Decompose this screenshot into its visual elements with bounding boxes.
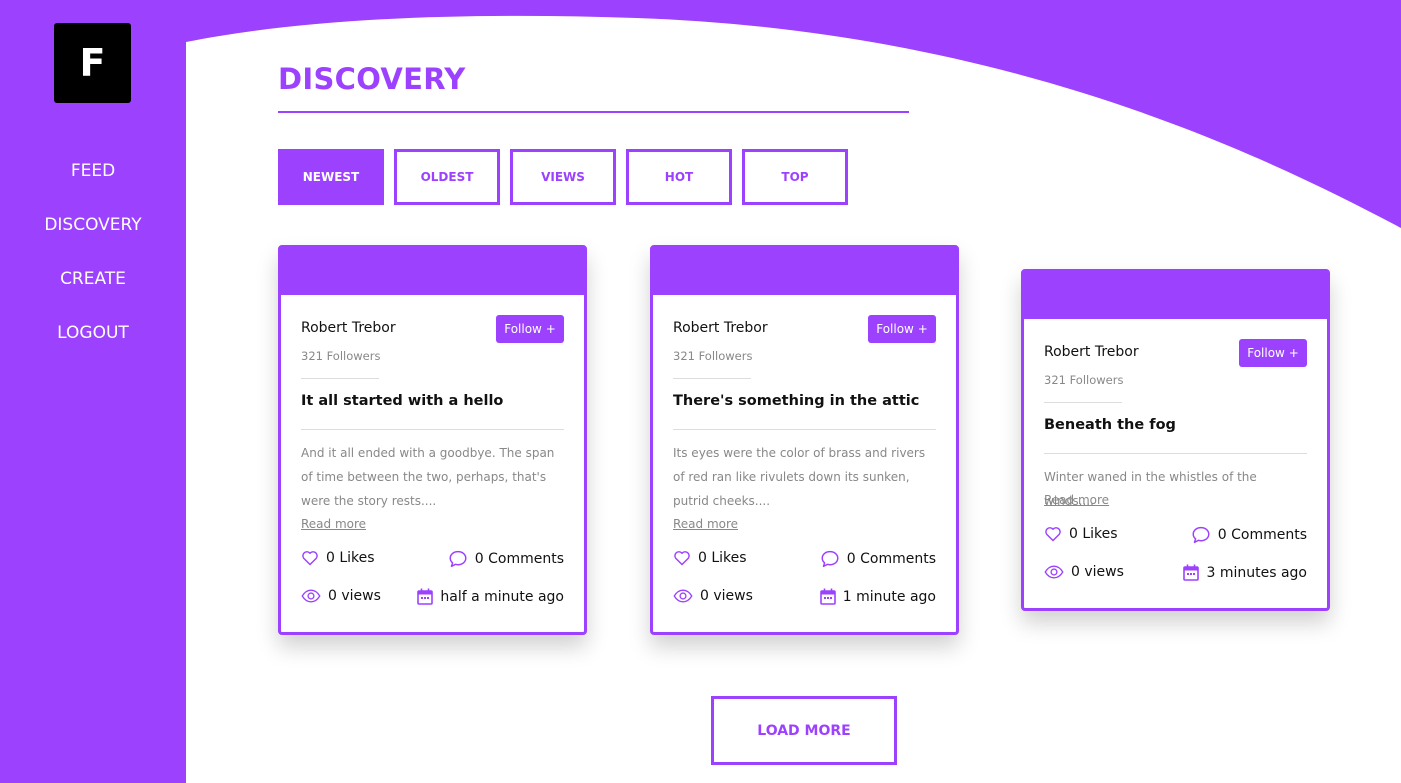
- post-title[interactable]: Beneath the fog: [1044, 417, 1176, 433]
- author-name[interactable]: Robert Trebor: [673, 320, 768, 336]
- nav-item-feed[interactable]: FEED: [0, 161, 186, 181]
- tab-views[interactable]: VIEWS: [510, 149, 616, 205]
- views-count: 0 views: [1071, 564, 1124, 580]
- card-body: Robert Trebor 321 Followers Follow + It …: [281, 295, 584, 635]
- divider: [673, 429, 936, 430]
- comment-icon: [821, 550, 839, 568]
- post-time: 1 minute ago: [842, 588, 936, 605]
- time-stat: 3 minutes ago: [1183, 564, 1307, 581]
- likes-count: 0 Likes: [1069, 526, 1118, 542]
- comments-stat[interactable]: 0 Comments: [1191, 526, 1307, 544]
- follower-count: 321 Followers: [1044, 373, 1124, 387]
- read-more-link[interactable]: Read more: [1044, 493, 1109, 507]
- post-card[interactable]: Robert Trebor 321 Followers Follow + It …: [278, 245, 587, 635]
- app-root: F FEED DISCOVERY CREATE LOGOUT DISCOVERY…: [0, 0, 1401, 783]
- post-excerpt: Its eyes were the color of brass and riv…: [673, 446, 926, 508]
- read-more-link[interactable]: Read more: [673, 517, 738, 531]
- card-header: [1024, 272, 1327, 319]
- post-time: 3 minutes ago: [1206, 564, 1307, 581]
- card-header: [653, 248, 956, 295]
- tab-hot[interactable]: HOT: [626, 149, 732, 205]
- heart-icon: [302, 551, 318, 566]
- follower-count: 321 Followers: [673, 349, 753, 363]
- tab-newest[interactable]: NEWEST: [278, 149, 384, 205]
- load-more-button[interactable]: LOAD MORE: [711, 696, 897, 765]
- eye-icon: [673, 589, 693, 603]
- time-stat: half a minute ago: [417, 588, 564, 605]
- card-body: Robert Trebor 321 Followers Follow + Ben…: [1024, 319, 1327, 611]
- post-title[interactable]: There's something in the attic: [673, 393, 919, 409]
- card-body: Robert Trebor 321 Followers Follow + The…: [653, 295, 956, 635]
- calendar-icon: [1183, 564, 1200, 581]
- title-divider: [278, 111, 909, 113]
- follow-button[interactable]: Follow +: [1239, 339, 1307, 367]
- header-wave: [186, 0, 1401, 228]
- follow-button[interactable]: Follow +: [496, 315, 564, 343]
- comment-icon: [1192, 526, 1210, 544]
- time-stat: 1 minute ago: [819, 588, 936, 605]
- post-card[interactable]: Robert Trebor 321 Followers Follow + The…: [650, 245, 959, 635]
- divider: [1044, 453, 1307, 454]
- comments-stat[interactable]: 0 Comments: [448, 550, 564, 568]
- views-count: 0 views: [700, 588, 753, 604]
- likes-stat[interactable]: 0 Likes: [301, 550, 375, 566]
- post-title[interactable]: It all started with a hello: [301, 393, 503, 409]
- follower-count: 321 Followers: [301, 349, 381, 363]
- nav-item-create[interactable]: CREATE: [0, 269, 186, 289]
- views-stat: 0 views: [1044, 564, 1124, 580]
- comments-count: 0 Comments: [846, 551, 936, 567]
- read-more-link[interactable]: Read more: [301, 517, 366, 531]
- post-card[interactable]: Robert Trebor 321 Followers Follow + Ben…: [1021, 269, 1330, 611]
- tab-top[interactable]: TOP: [742, 149, 848, 205]
- nav-item-logout[interactable]: LOGOUT: [0, 323, 186, 343]
- nav-item-discovery[interactable]: DISCOVERY: [0, 215, 186, 235]
- calendar-icon: [819, 588, 836, 605]
- card-header: [281, 248, 584, 295]
- divider: [1044, 402, 1122, 403]
- likes-count: 0 Likes: [326, 550, 375, 566]
- comments-stat[interactable]: 0 Comments: [820, 550, 936, 568]
- divider: [673, 378, 751, 379]
- views-stat: 0 views: [673, 588, 753, 604]
- comment-icon: [449, 550, 467, 568]
- post-time: half a minute ago: [440, 588, 564, 605]
- heart-icon: [674, 551, 690, 566]
- views-count: 0 views: [328, 588, 381, 604]
- calendar-icon: [417, 588, 434, 605]
- app-logo[interactable]: F: [54, 23, 131, 103]
- divider: [301, 378, 379, 379]
- author-name[interactable]: Robert Trebor: [1044, 344, 1139, 360]
- heart-icon: [1045, 527, 1061, 542]
- likes-stat[interactable]: 0 Likes: [673, 550, 747, 566]
- post-excerpt: And it all ended with a goodbye. The spa…: [301, 446, 555, 508]
- author-name[interactable]: Robert Trebor: [301, 320, 396, 336]
- page-title: DISCOVERY: [278, 62, 466, 96]
- logo-letter: F: [79, 41, 106, 85]
- comments-count: 0 Comments: [1217, 527, 1307, 543]
- views-stat: 0 views: [301, 588, 381, 604]
- follow-button[interactable]: Follow +: [868, 315, 936, 343]
- likes-count: 0 Likes: [698, 550, 747, 566]
- eye-icon: [1044, 565, 1064, 579]
- likes-stat[interactable]: 0 Likes: [1044, 526, 1118, 542]
- sidebar: F FEED DISCOVERY CREATE LOGOUT: [0, 0, 186, 783]
- comments-count: 0 Comments: [474, 551, 564, 567]
- eye-icon: [301, 589, 321, 603]
- divider: [301, 429, 564, 430]
- tab-oldest[interactable]: OLDEST: [394, 149, 500, 205]
